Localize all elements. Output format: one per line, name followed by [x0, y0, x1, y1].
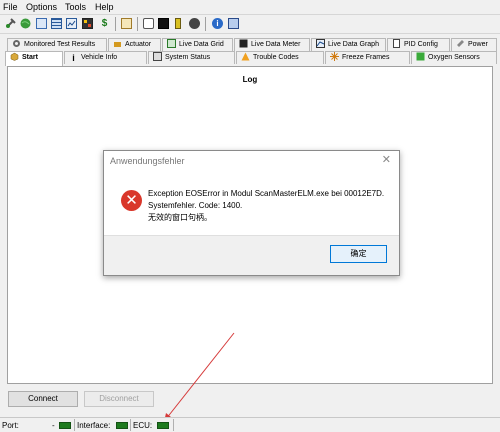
dialog-message-line: 无效的窗口句柄。 — [148, 213, 212, 222]
dialog-message-line: Exception EOSError in Modul ScanMasterEL… — [148, 189, 385, 198]
error-dialog: Anwendungsfehler ✕ ✕ Exception EOSError … — [103, 150, 400, 276]
status-separator — [173, 419, 174, 431]
ok-button[interactable]: 确定 — [330, 245, 387, 263]
ecu-status-led — [157, 422, 169, 429]
interface-status-led — [116, 422, 128, 429]
port-value: - — [52, 421, 55, 430]
status-separator — [74, 419, 75, 431]
dialog-message-line: Systemfehler. Code: 1400. — [148, 201, 243, 210]
dialog-footer: 确定 — [104, 235, 399, 275]
status-separator — [130, 419, 131, 431]
dialog-message: Exception EOSError in Modul ScanMasterEL… — [148, 188, 384, 224]
status-bar: Port: - Interface: ECU: — [0, 417, 500, 432]
port-status-led — [59, 422, 71, 429]
error-icon: ✕ — [121, 190, 142, 211]
dialog-title: Anwendungsfehler — [110, 156, 185, 166]
close-icon[interactable]: ✕ — [382, 153, 391, 166]
interface-label: Interface: — [77, 421, 111, 430]
ecu-label: ECU: — [133, 421, 153, 430]
port-label: Port: — [2, 421, 19, 430]
